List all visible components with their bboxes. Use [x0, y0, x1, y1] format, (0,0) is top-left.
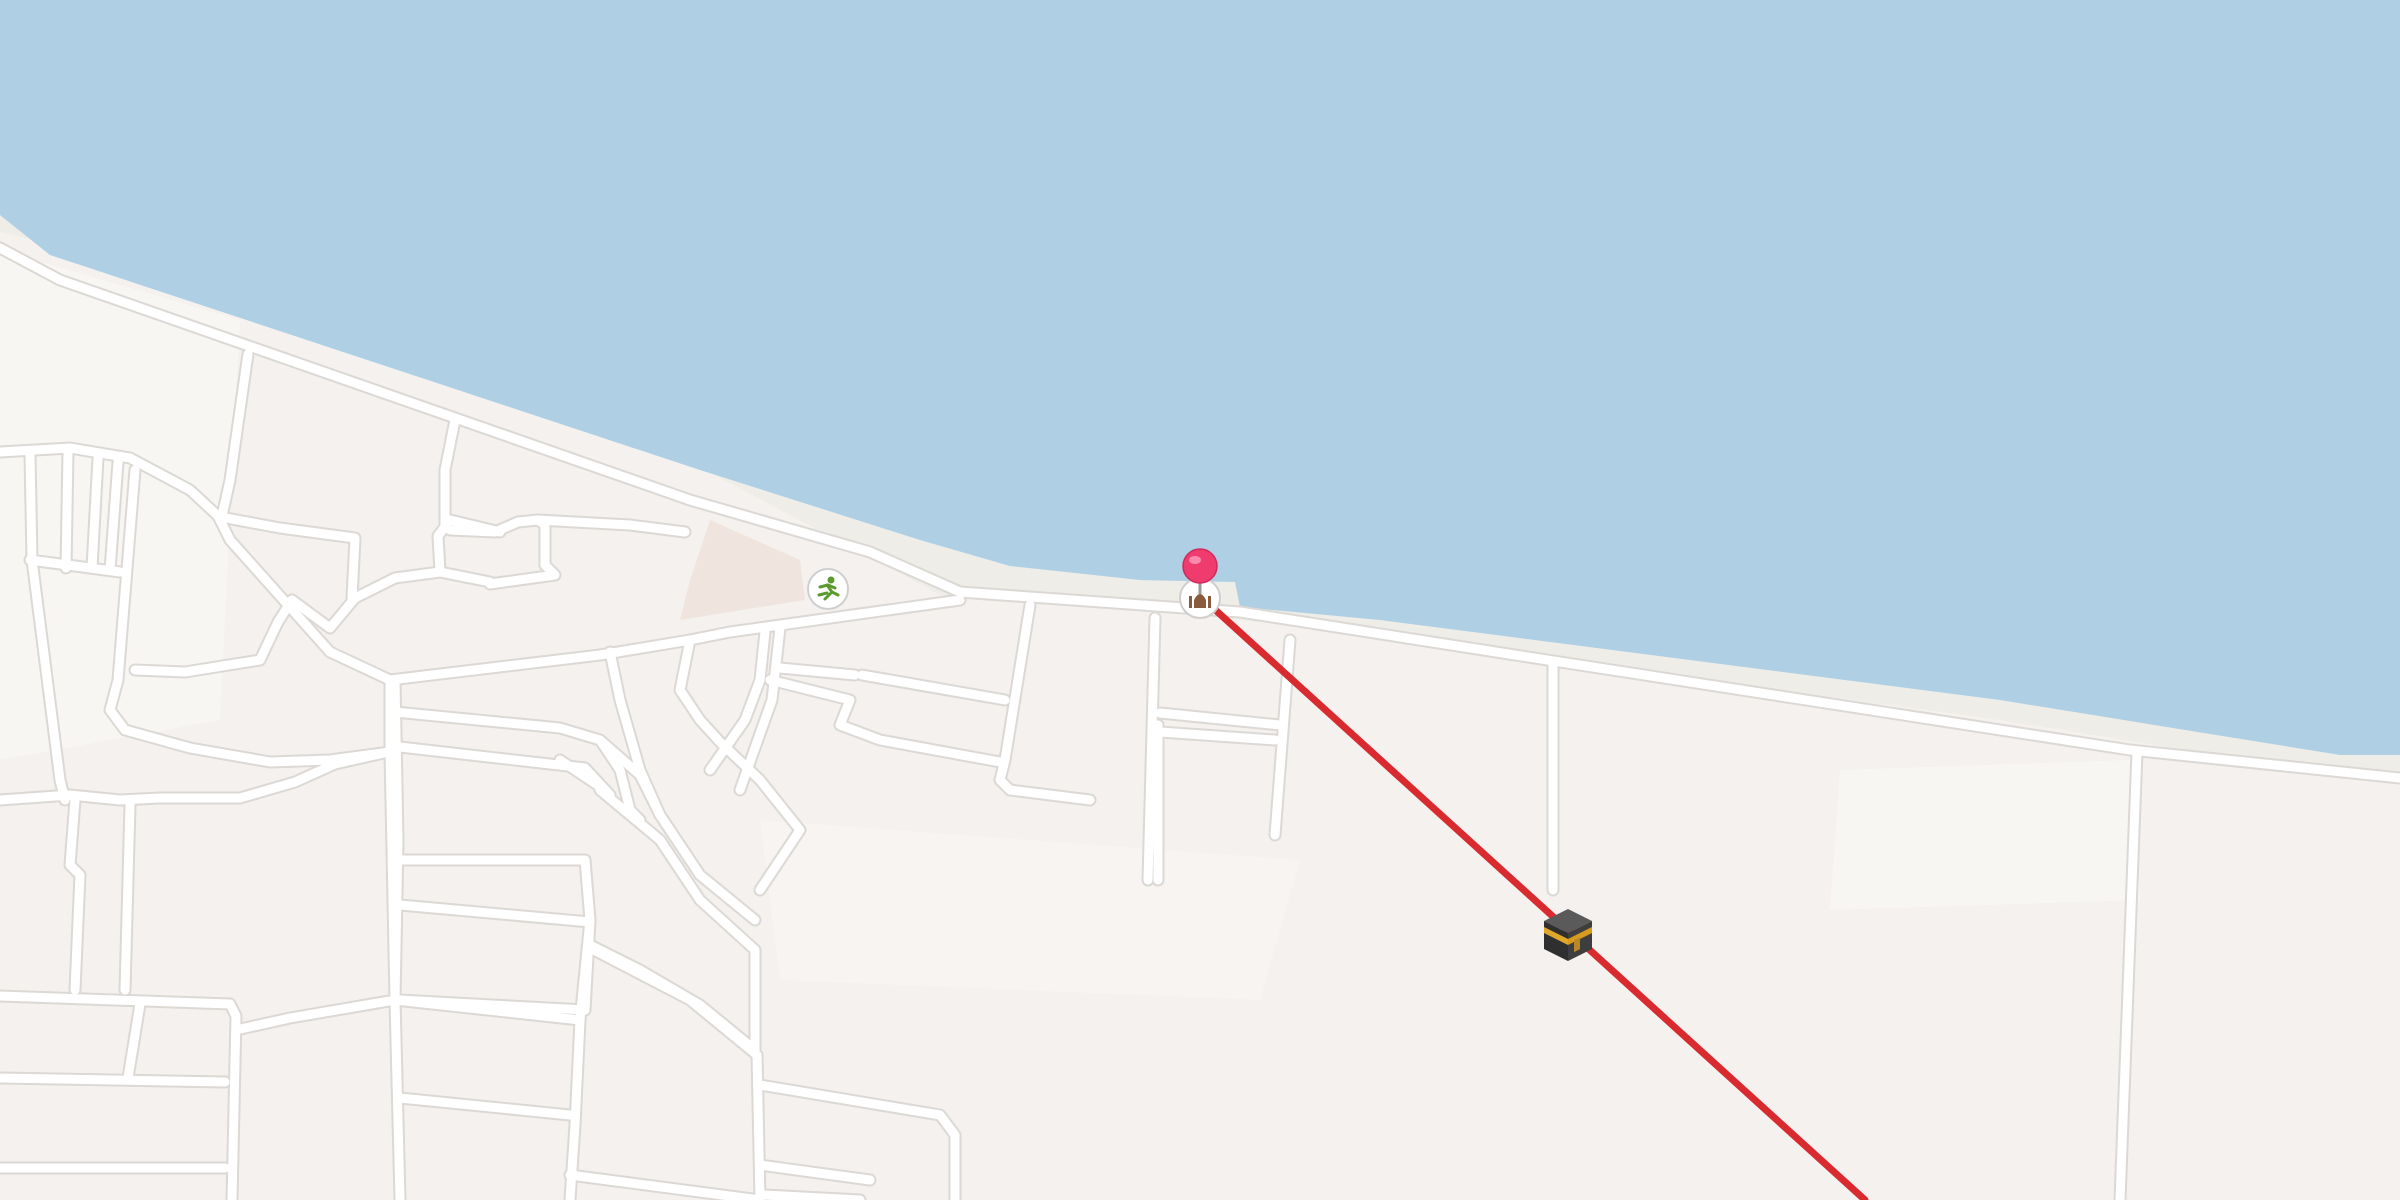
location-pin-icon	[1182, 548, 1218, 584]
land-patch	[1830, 760, 2140, 910]
sports-poi-marker[interactable]	[807, 568, 849, 610]
map-canvas[interactable]	[0, 0, 2400, 1200]
